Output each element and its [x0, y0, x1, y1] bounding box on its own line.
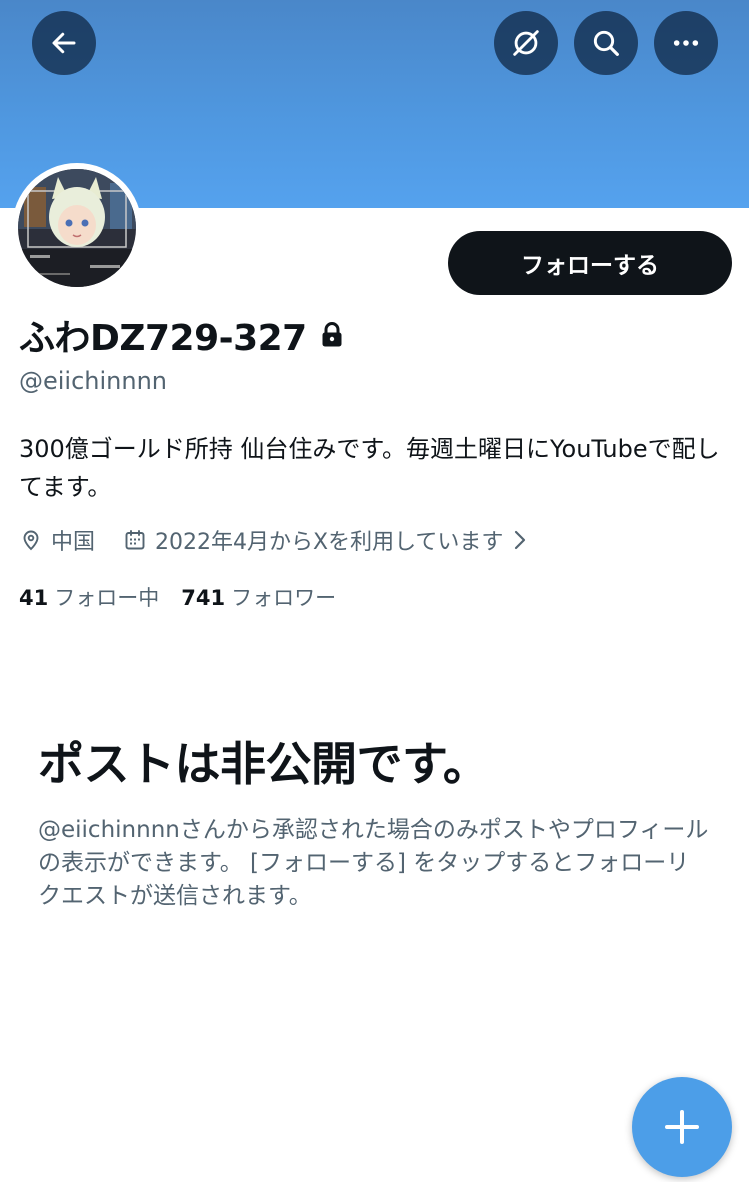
- profile-bio: 300億ゴールド所持 仙台住みです。毎週土曜日にYouTubeで配してます。: [19, 435, 720, 501]
- avatar[interactable]: [12, 163, 142, 293]
- calendar-icon: [125, 530, 145, 550]
- search-button[interactable]: [574, 11, 638, 75]
- following-stat[interactable]: 41 フォロー中: [19, 582, 159, 612]
- hide-button[interactable]: [494, 11, 558, 75]
- chevron-right-icon: [515, 530, 526, 550]
- plus-icon: [665, 1110, 699, 1144]
- more-dots-icon: [673, 40, 699, 46]
- private-notice-description: @eiichinnnnさんから承認された場合のみポストやプロフィールの表示ができ…: [38, 817, 709, 909]
- joined-item[interactable]: 2022年4月からXを利用しています: [123, 524, 535, 556]
- private-notice-title: ポストは非公開です。: [38, 737, 489, 791]
- following-label: フォロー中: [54, 586, 160, 610]
- search-icon: [593, 30, 619, 56]
- followers-label: フォロワー: [231, 586, 337, 610]
- location-item: 中国: [19, 524, 95, 556]
- location-pin-icon: [23, 530, 39, 551]
- followers-stat[interactable]: 741 フォロワー: [181, 582, 336, 612]
- eye-slash-icon: [513, 30, 539, 56]
- display-name: ふわDZ729-327: [19, 318, 307, 359]
- avatar-image: [18, 169, 136, 287]
- back-button[interactable]: [32, 11, 96, 75]
- follow-button[interactable]: フォローする: [448, 231, 732, 295]
- compose-button[interactable]: [632, 1077, 732, 1177]
- joined-text: 2022年4月からXを利用しています: [155, 530, 504, 555]
- profile-meta: 中国 2022年4月からXを利用しています: [19, 522, 535, 558]
- following-count: 41: [19, 586, 49, 610]
- profile-stats: 41 フォロー中 741 フォロワー: [19, 580, 336, 614]
- followers-count: 741: [181, 586, 226, 610]
- arrow-left-icon: [52, 32, 76, 54]
- location-text: 中国: [51, 530, 96, 555]
- profile-name-row: ふわDZ729-327: [19, 310, 343, 360]
- more-button[interactable]: [654, 11, 718, 75]
- profile-handle: @eiichinnnn: [19, 367, 168, 395]
- lock-icon: [322, 322, 342, 347]
